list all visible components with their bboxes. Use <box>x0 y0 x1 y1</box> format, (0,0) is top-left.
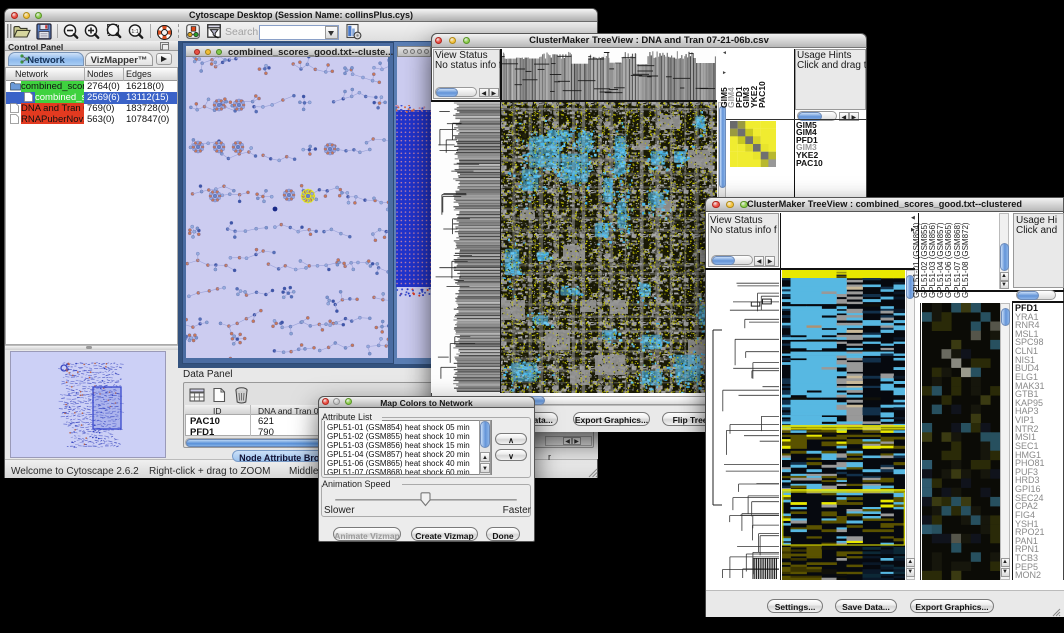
svg-text:1:1: 1:1 <box>131 29 138 35</box>
